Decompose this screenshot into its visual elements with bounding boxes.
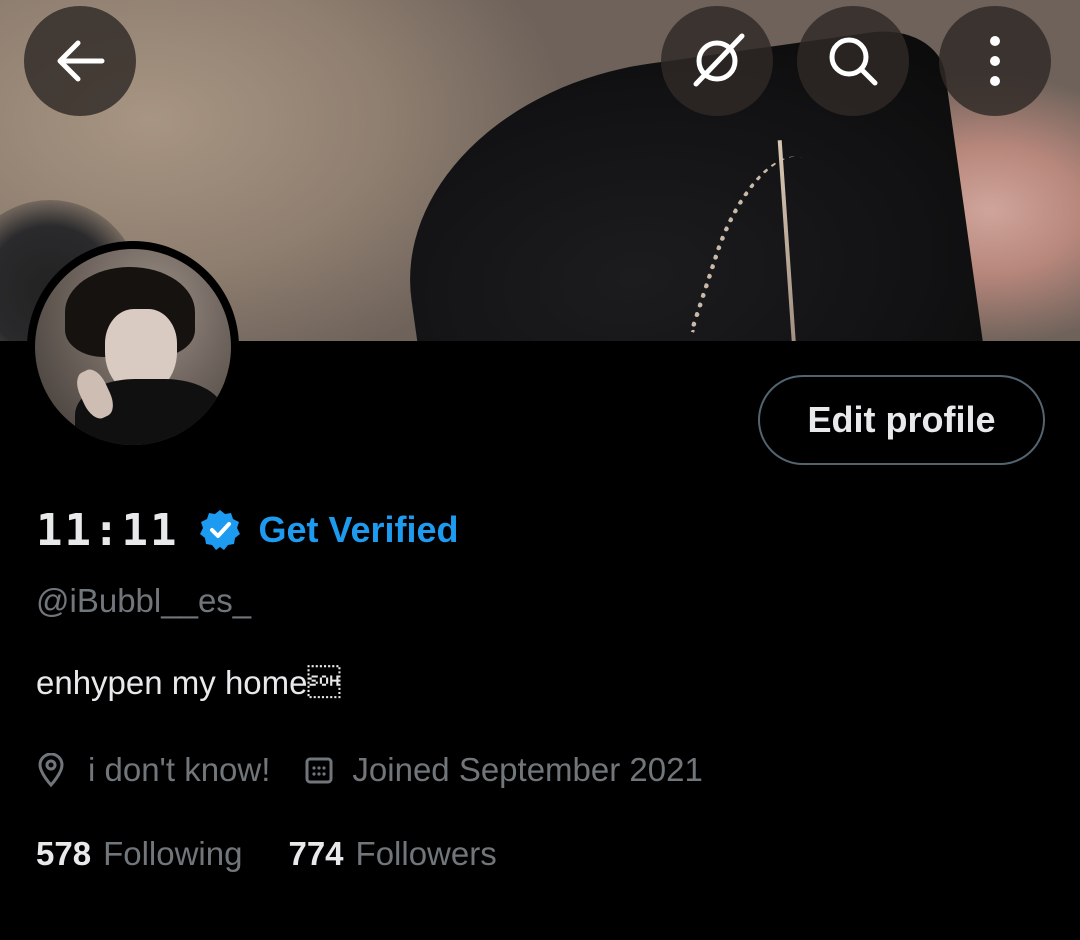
grok-slash-icon	[682, 26, 752, 96]
profile-handle: @iBubbl__es_	[36, 582, 252, 619]
search-button[interactable]	[797, 6, 909, 116]
following-link[interactable]: 578 Following	[36, 835, 242, 873]
profile-joined-date: Joined September 2021	[352, 751, 703, 788]
more-vertical-icon	[985, 33, 1005, 89]
avatar[interactable]	[27, 241, 239, 453]
get-verified-link[interactable]: Get Verified	[258, 509, 458, 551]
follow-stats-row: 578 Following 774 Followers	[36, 830, 497, 878]
grok-button[interactable]	[661, 6, 773, 116]
avatar-image	[35, 249, 231, 445]
arrow-left-icon	[54, 39, 106, 83]
followers-label: Followers	[355, 835, 497, 872]
name-row: 11:11 Get Verified	[36, 500, 459, 560]
edit-profile-button[interactable]: Edit profile	[758, 375, 1045, 465]
following-count: 578	[36, 835, 92, 872]
display-name: 11:11	[36, 504, 179, 556]
more-options-button[interactable]	[939, 6, 1051, 116]
location-pin-icon	[36, 753, 66, 787]
following-label: Following	[103, 835, 243, 872]
back-button[interactable]	[24, 6, 136, 116]
profile-page: Edit profile 11:11 Get Verified @iBubbl_…	[0, 0, 1080, 940]
followers-count: 774	[288, 835, 344, 872]
profile-meta-row: i don't know! Joined September 2021	[36, 746, 703, 794]
profile-bio: enhypen my home	[36, 664, 341, 701]
followers-link[interactable]: 774 Followers	[288, 835, 496, 873]
calendar-icon	[304, 755, 334, 785]
search-icon	[823, 31, 883, 91]
verified-badge-icon[interactable]	[198, 508, 242, 552]
profile-location: i don't know!	[88, 751, 271, 788]
